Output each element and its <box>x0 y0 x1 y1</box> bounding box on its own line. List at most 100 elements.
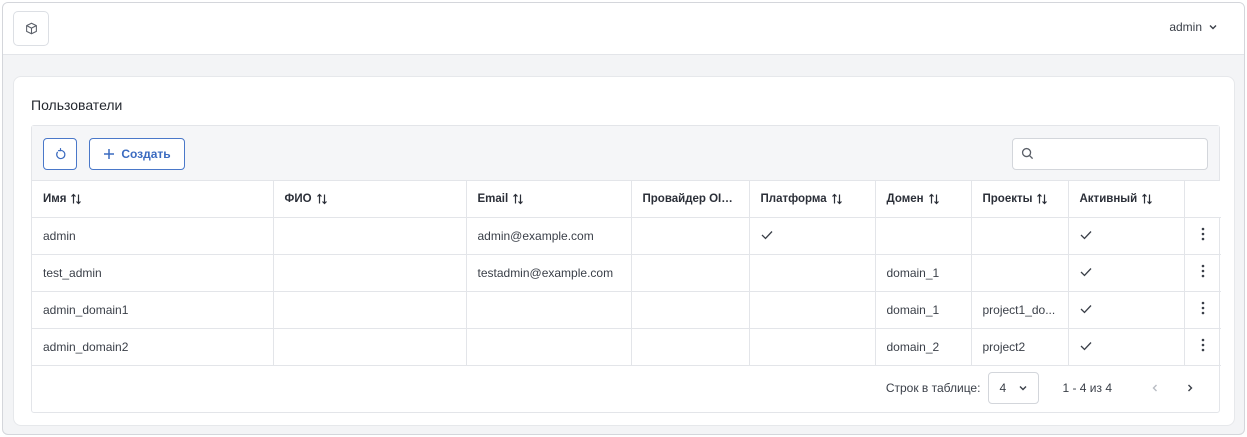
table-cell: admin <box>32 217 274 255</box>
pagination-range: 1 - 4 из 4 <box>1062 381 1112 395</box>
column-header-label: Провайдер OIDC <box>642 192 738 205</box>
chevron-down-icon <box>1209 25 1217 30</box>
more-vertical-icon[interactable] <box>1201 227 1205 241</box>
table-cell <box>749 254 876 292</box>
search-icon <box>1021 147 1034 160</box>
table-cell: admin@example.com <box>466 217 632 255</box>
create-button-label: Создать <box>121 147 171 161</box>
table-cell <box>631 291 750 329</box>
table-cell: admin_domain2 <box>32 328 274 366</box>
sort-icon[interactable] <box>512 193 524 205</box>
table-cell <box>631 328 750 366</box>
user-menu[interactable]: admin <box>1169 20 1218 34</box>
more-vertical-icon[interactable] <box>1201 338 1205 352</box>
app-window: admin Пользователи Создать Имя ФИО Email… <box>2 2 1245 435</box>
row-actions-button[interactable] <box>1184 254 1221 292</box>
table-cell <box>631 217 750 255</box>
check-icon <box>1080 341 1091 350</box>
table-cell <box>971 217 1069 255</box>
home-button[interactable] <box>13 11 49 46</box>
table-cell <box>749 328 876 366</box>
column-header-label: Домен <box>886 192 924 205</box>
row-actions-button[interactable] <box>1184 328 1221 366</box>
search-box[interactable] <box>1012 138 1208 170</box>
sort-icon[interactable] <box>1141 193 1153 205</box>
search-input[interactable] <box>1041 143 1201 165</box>
table-row[interactable]: admin_domain2 domain_2 project2 <box>32 328 1221 366</box>
rows-per-page-value: 4 <box>999 381 1007 395</box>
table-row[interactable]: admin_domain1 domain_1 project1_do... <box>32 291 1221 329</box>
table-cell <box>631 254 750 292</box>
table-cell <box>466 328 632 366</box>
column-header-label: ФИО <box>284 192 312 205</box>
more-vertical-icon[interactable] <box>1201 301 1205 315</box>
table-cell: domain_2 <box>875 328 972 366</box>
sort-icon[interactable] <box>70 193 82 205</box>
table-cell <box>273 254 467 292</box>
table-cell: test_admin <box>32 254 274 292</box>
table-cell <box>1068 328 1185 366</box>
user-name: admin <box>1169 20 1202 34</box>
table-toolbar: Создать <box>32 126 1219 181</box>
column-header <box>1184 181 1221 218</box>
table-cell <box>749 291 876 329</box>
column-header-label: Имя <box>43 192 67 205</box>
table-cell <box>466 291 632 329</box>
users-table-container: Создать Имя ФИО Email Провайдер OIDC Пла… <box>31 125 1221 413</box>
table-cell: admin_domain1 <box>32 291 274 329</box>
table-cell <box>875 217 972 255</box>
plus-icon <box>104 149 115 159</box>
chevron-right-icon <box>1188 384 1193 392</box>
column-header[interactable]: Активный <box>1068 181 1185 218</box>
pagination: Строк в таблице: 4 1 - 4 из 4 <box>32 364 1219 412</box>
column-header[interactable]: Email <box>466 181 632 218</box>
table-cell: project2 <box>971 328 1069 366</box>
users-card: Пользователи Создать Имя ФИО Email Прова… <box>13 76 1235 426</box>
column-header-label: Проекты <box>982 192 1033 205</box>
users-table: Имя ФИО Email Провайдер OIDC Платформа Домен П… <box>32 181 1221 366</box>
refresh-icon <box>55 147 65 159</box>
page-title: Пользователи <box>31 97 123 113</box>
row-actions-button[interactable] <box>1184 217 1221 255</box>
table-row[interactable]: test_admin testadmin@example.com domain_1 <box>32 254 1221 292</box>
sort-icon[interactable] <box>1036 193 1048 205</box>
refresh-button[interactable] <box>43 138 77 170</box>
column-header-label: Email <box>477 192 509 205</box>
table-cell: project1_do... <box>971 291 1069 329</box>
column-header[interactable]: Проекты <box>971 181 1069 218</box>
top-bar: admin <box>3 3 1244 55</box>
table-header-row: Имя ФИО Email Провайдер OIDC Платформа Домен П… <box>32 181 1221 218</box>
next-page-button[interactable] <box>1181 379 1199 397</box>
column-header-label: Активный <box>1079 192 1138 205</box>
cube-icon <box>25 22 37 35</box>
table-cell <box>273 217 467 255</box>
table-cell <box>1068 291 1185 329</box>
sort-icon[interactable] <box>316 193 328 205</box>
table-cell <box>749 217 876 255</box>
table-cell: testadmin@example.com <box>466 254 632 292</box>
rows-per-page-select[interactable]: 4 <box>988 372 1040 404</box>
column-header[interactable]: ФИО <box>273 181 467 218</box>
column-header[interactable]: Имя <box>32 181 274 218</box>
check-icon <box>1080 304 1091 313</box>
prev-page-button[interactable] <box>1146 379 1164 397</box>
column-header[interactable]: Платформа <box>749 181 876 218</box>
table-cell: domain_1 <box>875 291 972 329</box>
more-vertical-icon[interactable] <box>1201 264 1205 278</box>
sort-icon[interactable] <box>831 193 843 205</box>
column-header-label: Платформа <box>760 192 827 205</box>
table-cell <box>971 254 1069 292</box>
table-cell <box>1068 254 1185 292</box>
table-cell <box>1068 217 1185 255</box>
rows-per-page-label: Строк в таблице: <box>885 381 981 395</box>
create-button[interactable]: Создать <box>89 138 185 170</box>
table-row[interactable]: admin admin@example.com <box>32 217 1221 255</box>
column-header[interactable]: Домен <box>875 181 972 218</box>
column-header: Провайдер OIDC <box>631 181 750 218</box>
sort-icon[interactable] <box>928 193 940 205</box>
table-cell: domain_1 <box>875 254 972 292</box>
check-icon <box>761 230 772 239</box>
chevron-down-icon <box>1019 386 1027 391</box>
row-actions-button[interactable] <box>1184 291 1221 329</box>
check-icon <box>1080 267 1091 276</box>
